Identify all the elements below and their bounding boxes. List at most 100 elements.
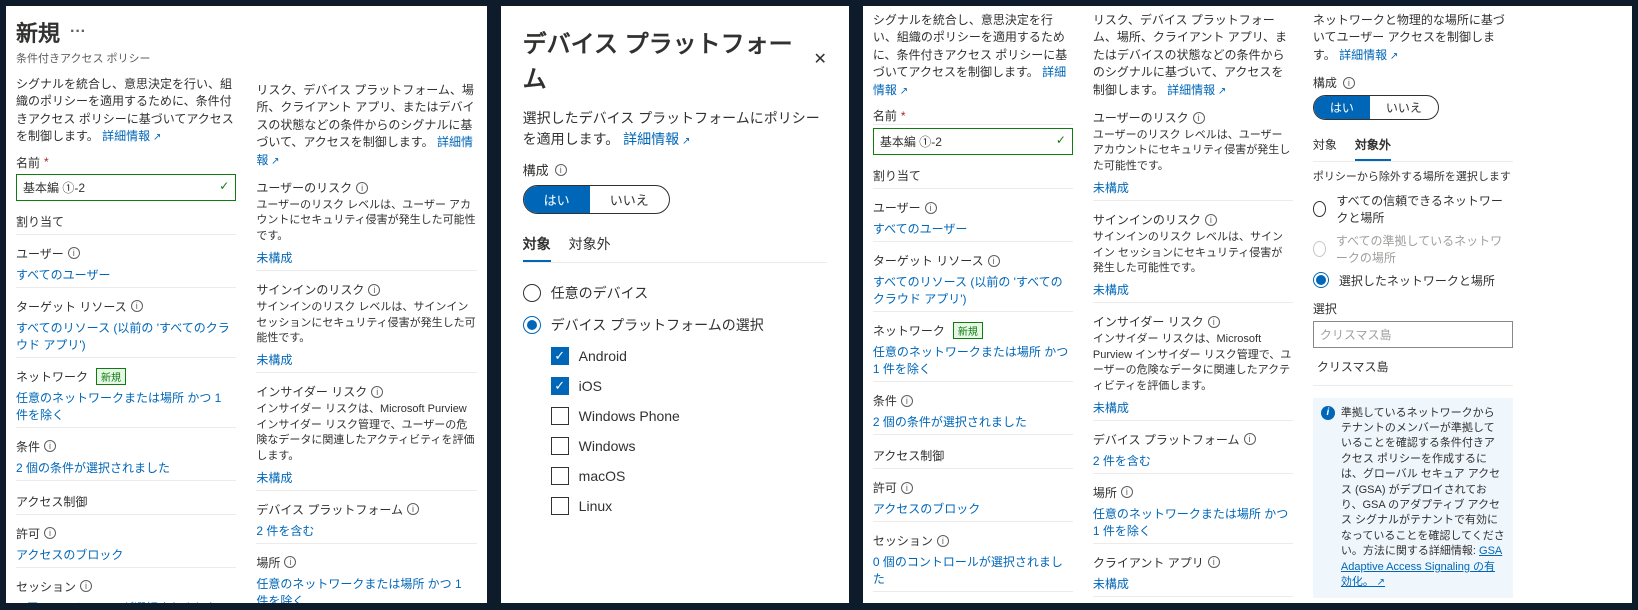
info-icon[interactable]: i — [1343, 77, 1355, 89]
learn-more-link[interactable]: 詳細情報 — [1167, 83, 1226, 97]
network-label: ネットワーク — [16, 368, 88, 385]
info-icon[interactable]: i — [988, 255, 1000, 267]
network-value[interactable]: 任意のネットワークまたは場所 かつ 1 件を除く — [16, 387, 236, 428]
assignments-header: 割り当て — [873, 167, 1073, 189]
info-icon[interactable]: i — [1205, 214, 1217, 226]
location-value[interactable]: 任意のネットワークまたは場所 かつ 1 件を除く — [256, 573, 476, 603]
conditions-value[interactable]: 2 個の条件が選択されました — [873, 411, 1073, 435]
users-value[interactable]: すべてのユーザー — [873, 218, 1073, 242]
checkbox-icon — [551, 437, 569, 455]
tab-include[interactable]: 対象 — [523, 228, 551, 262]
network-value[interactable]: 任意のネットワークまたは場所 かつ 1 件を除く — [873, 341, 1073, 382]
learn-more-link[interactable]: 詳細情報 — [1339, 48, 1398, 62]
client-apps-value[interactable]: 未構成 — [1093, 573, 1293, 597]
tab-exclude[interactable]: 対象外 — [569, 228, 611, 262]
toggle-no[interactable]: いいえ — [590, 186, 669, 213]
selected-location-item[interactable]: クリスマス島 — [1313, 348, 1513, 386]
info-icon[interactable]: i — [1193, 112, 1205, 124]
insider-risk-desc: インサイダー リスクは、Microsoft Purview インサイダー リスク… — [1093, 332, 1293, 394]
info-icon[interactable]: i — [368, 284, 380, 296]
info-icon[interactable]: i — [937, 535, 949, 547]
info-icon[interactable]: i — [80, 580, 92, 592]
signin-risk-desc: サインインのリスク レベルは、サインイン セッションにセキュリティ侵害が発生した… — [256, 300, 476, 346]
users-value[interactable]: すべてのユーザー — [16, 264, 236, 288]
select-label: 選択 — [1313, 300, 1513, 317]
info-icon[interactable]: i — [44, 527, 56, 539]
blade-description: 選択したデバイス プラットフォームにポリシーを適用します。 詳細情報 — [523, 108, 827, 150]
page-subtitle: 条件付きアクセス ポリシー — [16, 50, 236, 66]
conditions-intro: リスク、デバイス プラットフォーム、場所、クライアント アプリ、またはデバイスの… — [256, 82, 476, 169]
toggle-yes[interactable]: はい — [524, 186, 590, 213]
grant-value[interactable]: アクセスのブロック — [16, 544, 236, 568]
configure-label: 構成 — [1313, 74, 1337, 91]
configure-toggle[interactable]: はい いいえ — [523, 185, 670, 214]
radio-icon — [523, 284, 541, 302]
radio-icon — [523, 316, 541, 334]
location-label: 場所 — [1093, 484, 1117, 501]
tab-include[interactable]: 対象 — [1313, 130, 1337, 161]
info-icon[interactable]: i — [407, 503, 419, 515]
close-icon[interactable]: ✕ — [814, 49, 827, 69]
radio-select-platforms[interactable]: デバイス プラットフォームの選択 — [523, 309, 827, 341]
checkbox-linux[interactable]: Linux — [551, 491, 827, 521]
callout-gsa: 準拠しているネットワークからテナントのメンバーが準拠していることを確認する条件付… — [1313, 398, 1513, 599]
info-icon[interactable]: i — [371, 386, 383, 398]
info-icon[interactable]: i — [284, 556, 296, 568]
info-icon[interactable]: i — [1121, 486, 1133, 498]
info-icon[interactable]: i — [925, 202, 937, 214]
checkbox-windows[interactable]: Windows — [551, 431, 827, 461]
info-icon[interactable]: i — [44, 440, 56, 452]
info-icon[interactable]: i — [131, 300, 143, 312]
user-risk-value[interactable]: 未構成 — [256, 247, 476, 271]
radio-selected-locations[interactable]: 選択したネットワークと場所 — [1313, 269, 1513, 292]
session-label: セッション — [16, 578, 76, 595]
toggle-no[interactable]: いいえ — [1370, 96, 1438, 119]
radio-all-trusted[interactable]: すべての信頼できるネットワークと場所 — [1313, 189, 1513, 229]
target-value[interactable]: すべてのリソース (以前の 'すべてのクラウド アプリ') — [873, 271, 1073, 312]
info-icon[interactable]: i — [1244, 433, 1256, 445]
location-value[interactable]: 任意のネットワークまたは場所 かつ 1 件を除く — [1093, 503, 1293, 544]
radio-any-device[interactable]: 任意のデバイス — [523, 277, 827, 309]
device-platform-value[interactable]: 2 件を含む — [256, 520, 476, 544]
session-value[interactable]: 0 個のコントロールが選択されました — [16, 597, 236, 603]
info-icon[interactable]: i — [555, 164, 567, 176]
target-value[interactable]: すべてのリソース (以前の 'すべてのクラウド アプリ') — [16, 317, 236, 358]
network-label: ネットワーク — [873, 322, 945, 339]
assignments-header: 割り当て — [16, 213, 236, 235]
user-risk-desc: ユーザーのリスク レベルは、ユーザー アカウントにセキュリティ侵害が発生した可能… — [256, 198, 476, 244]
info-icon[interactable]: i — [356, 182, 368, 194]
info-icon[interactable]: i — [68, 247, 80, 259]
learn-more-link[interactable]: 詳細情報 — [102, 129, 161, 143]
insider-risk-value[interactable]: 未構成 — [1093, 397, 1293, 421]
info-icon[interactable]: i — [901, 395, 913, 407]
target-label: ターゲット リソース — [873, 252, 984, 269]
tab-exclude[interactable]: 対象外 — [1355, 130, 1391, 161]
signin-risk-value[interactable]: 未構成 — [256, 349, 476, 373]
conditions-value[interactable]: 2 個の条件が選択されました — [16, 457, 236, 481]
checkbox-windows-phone[interactable]: Windows Phone — [551, 401, 827, 431]
device-platform-label: デバイス プラットフォーム — [1093, 431, 1240, 448]
signin-risk-value[interactable]: 未構成 — [1093, 279, 1293, 303]
more-icon[interactable]: ··· — [70, 23, 86, 41]
device-platform-value[interactable]: 2 件を含む — [1093, 450, 1293, 474]
info-icon[interactable]: i — [1208, 316, 1220, 328]
users-label: ユーザー — [16, 245, 64, 262]
conditions-intro: リスク、デバイス プラットフォーム、場所、クライアント アプリ、またはデバイスの… — [1093, 12, 1293, 99]
info-icon[interactable]: i — [901, 482, 913, 494]
location-picker[interactable]: クリスマス島 — [1313, 321, 1513, 348]
session-value[interactable]: 0 個のコントロールが選択されました — [873, 551, 1073, 592]
name-input[interactable]: 基本編 ①-2 — [16, 174, 236, 201]
user-risk-value[interactable]: 未構成 — [1093, 177, 1293, 201]
learn-more-link[interactable]: 詳細情報 — [623, 131, 690, 147]
checkbox-android[interactable]: Android — [551, 341, 827, 371]
info-icon[interactable]: i — [1208, 556, 1220, 568]
checkbox-ios[interactable]: iOS — [551, 371, 827, 401]
radio-icon — [1313, 272, 1329, 288]
checkbox-macos[interactable]: macOS — [551, 461, 827, 491]
name-input[interactable]: 基本編 ①-2 — [873, 128, 1073, 155]
insider-risk-value[interactable]: 未構成 — [256, 467, 476, 491]
conditions-label: 条件 — [873, 392, 897, 409]
configure-toggle[interactable]: はい いいえ — [1313, 95, 1439, 120]
grant-value[interactable]: アクセスのブロック — [873, 498, 1073, 522]
toggle-yes[interactable]: はい — [1314, 96, 1370, 119]
